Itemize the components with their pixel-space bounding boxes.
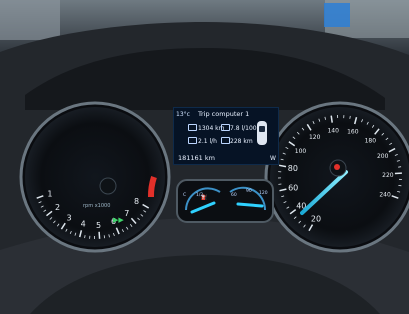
avg-consumption-value: 2.1 l/h [198,138,217,145]
temp-num-60: 60 [231,192,237,198]
center-gauge-panel [176,179,274,223]
economy-value: 7.8 l/100 [230,125,257,132]
tachometer-unit: rpm x1000 [83,203,110,209]
speedometer-number-60: 60 [288,184,298,193]
tachometer-number-1: 1 [47,189,52,198]
speedometer-tick [349,115,351,119]
distance-icon [221,137,230,144]
speedometer-number-180: 180 [365,138,377,145]
speedometer-number-240: 240 [379,191,391,198]
tachometer-face [25,107,165,247]
temp-needle [236,202,264,208]
temp-num-90: 90 [246,188,252,194]
tachometer-number-7: 7 [124,209,129,218]
tachometer-number-3: 3 [66,213,71,222]
economy-icon [221,124,230,131]
tachometer-number-5: 5 [96,221,101,230]
speedometer-number-160: 160 [347,129,359,136]
temp-num-120: 120 [259,190,268,196]
tachometer-hub [99,177,117,195]
speedometer-number-80: 80 [288,164,298,173]
tachometer-number-2: 2 [55,203,60,212]
speedometer-tick [398,166,402,168]
gear-indicator: W [270,155,276,162]
background-screen [324,3,350,27]
turn-signal-icon: ▶▶ [113,216,124,224]
speedometer-number-200: 200 [377,153,389,160]
speedometer-number-120: 120 [309,134,321,141]
speedometer-number-220: 220 [382,172,394,179]
window-left [0,0,60,40]
trip-computer-title: Trip computer 1 [198,110,250,118]
speedometer-number-140: 140 [327,128,339,135]
tachometer-number-4: 4 [81,220,86,229]
range-icon [188,124,197,131]
speedometer-number-100: 100 [295,148,307,155]
speedometer-tick [330,115,333,123]
tachometer-redline [148,176,157,198]
warning-light-icon [334,164,340,170]
car-status-icon [257,121,267,145]
tachometer-number-8: 8 [134,197,139,206]
fuel-half-label: 1/2 [196,192,203,198]
consumption-icon [188,137,197,144]
tachometer-tick [84,235,86,239]
distance-value: 228 km [230,138,253,145]
trip-computer-display: 13°c Trip computer 1 1304 km 7.8 l/100 2… [173,107,279,165]
temp-cold-label: C [183,192,186,198]
speedometer-number-20: 20 [311,215,321,224]
outside-temperature: 13°c [176,111,190,118]
tachometer-tick [98,231,101,239]
odometer: 181161 km [178,154,215,162]
